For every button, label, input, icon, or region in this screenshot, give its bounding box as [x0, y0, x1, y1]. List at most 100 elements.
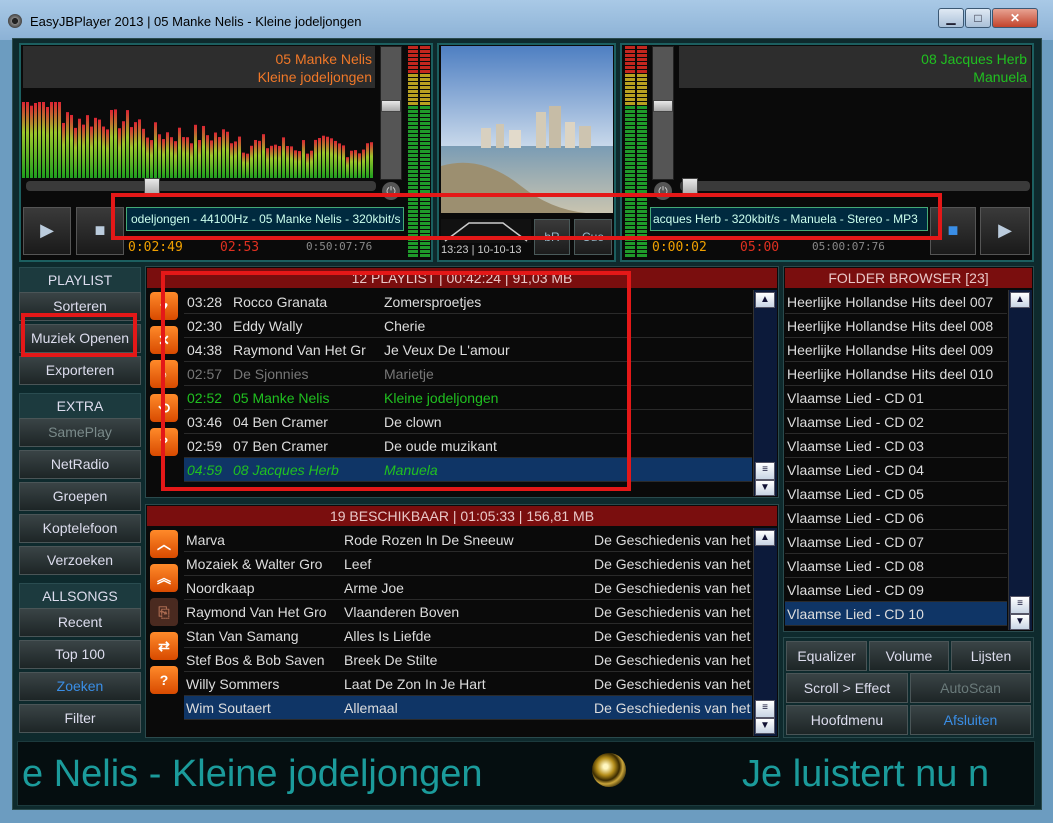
folder-item[interactable]: Vlaamse Lied - CD 02: [785, 410, 1007, 434]
available-title: Alles Is Liefde: [344, 628, 432, 644]
vu-segment: [420, 102, 430, 105]
left-pitch-slider[interactable]: [380, 46, 402, 180]
spectrum-bar: [194, 124, 197, 178]
vu-segment: [420, 66, 430, 69]
folder-item[interactable]: Vlaamse Lied - CD 05: [785, 482, 1007, 506]
vu-segment: [420, 50, 430, 53]
afsluiten-button[interactable]: Afsluiten: [910, 705, 1031, 735]
vu-segment: [637, 46, 647, 49]
vu-segment: [408, 186, 418, 189]
folder-item[interactable]: Vlaamse Lied - CD 08: [785, 554, 1007, 578]
available-title: Vlaanderen Boven: [344, 604, 460, 620]
folder-item[interactable]: Vlaamse Lied - CD 07: [785, 530, 1007, 554]
vu-segment: [408, 146, 418, 149]
playlist-scroll-up[interactable]: ▲: [755, 292, 775, 308]
folder-item[interactable]: Heerlijke Hollandse Hits deel 007: [785, 290, 1007, 314]
netradio-button[interactable]: NetRadio: [19, 450, 141, 479]
equalizer-button[interactable]: Equalizer: [786, 641, 867, 671]
spectrum-bar: [346, 157, 349, 178]
right-pitch-slider[interactable]: [652, 46, 674, 180]
move-up-icon[interactable]: ︿: [150, 530, 178, 558]
filter-button[interactable]: Filter: [19, 704, 141, 733]
left-pitch-knob[interactable]: [381, 100, 401, 112]
vu-segment: [420, 110, 430, 113]
available-row[interactable]: Marva Rode Rozen In De Sneeuw De Geschiede…: [184, 528, 752, 552]
volume-button[interactable]: Volume: [869, 641, 949, 671]
vu-segment: [637, 254, 647, 257]
swap-icon[interactable]: ⇄: [150, 632, 178, 660]
close-button[interactable]: ✕: [992, 8, 1038, 28]
folder-item[interactable]: Vlaamse Lied - CD 04: [785, 458, 1007, 482]
folder-item[interactable]: Vlaamse Lied - CD 10: [785, 602, 1007, 626]
available-row[interactable]: Wim Soutaert Allemaal De Geschiedenis van …: [184, 696, 752, 720]
folder-scroll-thumb[interactable]: ≡: [1010, 596, 1030, 614]
vu-segment: [408, 174, 418, 177]
vu-segment: [408, 70, 418, 73]
exporteren-button[interactable]: Exporteren: [19, 356, 141, 385]
folder-item[interactable]: Vlaamse Lied - CD 01: [785, 386, 1007, 410]
groepen-button[interactable]: Groepen: [19, 482, 141, 511]
available-album: De Geschiedenis van het: [594, 652, 751, 668]
folder-scroll-up[interactable]: ▲: [1010, 292, 1030, 308]
folder-scroll-down[interactable]: ▼: [1010, 614, 1030, 630]
spectrum-bar: [230, 143, 233, 178]
lijsten-button[interactable]: Lijsten: [951, 641, 1031, 671]
folder-item[interactable]: Heerlijke Hollandse Hits deel 009: [785, 338, 1007, 362]
available-row[interactable]: Raymond Van Het Gro Vlaanderen Boven De Ge…: [184, 600, 752, 624]
left-position-track[interactable]: [26, 181, 376, 191]
playlist-scroll-down[interactable]: ▼: [755, 480, 775, 496]
vu-segment: [637, 70, 647, 73]
folder-item[interactable]: Heerlijke Hollandse Hits deel 010: [785, 362, 1007, 386]
zoeken-button[interactable]: Zoeken: [19, 672, 141, 701]
speaker-icon: [592, 753, 626, 787]
available-scroll-up[interactable]: ▲: [755, 530, 775, 546]
vu-segment: [408, 158, 418, 161]
available-scroll-thumb[interactable]: ≡: [755, 700, 775, 718]
sameplay-button[interactable]: SamePlay: [19, 418, 141, 447]
copy-icon[interactable]: ⎘: [150, 598, 178, 626]
playlist-scroll-thumb[interactable]: ≡: [755, 462, 775, 480]
available-album: De Geschiedenis van het: [594, 604, 751, 620]
spectrum-bar: [138, 119, 141, 178]
verzoeken-button[interactable]: Verzoeken: [19, 546, 141, 575]
vu-segment: [625, 50, 635, 53]
move-top-icon[interactable]: ︽: [150, 564, 178, 592]
vu-segment: [625, 146, 635, 149]
left-play-button[interactable]: ▶: [23, 207, 71, 255]
scroll-effect-button[interactable]: Scroll > Effect: [786, 673, 908, 703]
right-pitch-knob[interactable]: [653, 100, 673, 112]
spectrum-bar: [334, 140, 337, 178]
hoofdmenu-button[interactable]: Hoofdmenu: [786, 705, 908, 735]
folder-item[interactable]: Vlaamse Lied - CD 06: [785, 506, 1007, 530]
available-help-icon[interactable]: ?: [150, 666, 178, 694]
maximize-button[interactable]: □: [965, 8, 991, 28]
available-row[interactable]: Stan Van Samang Alles Is Liefde De Geschie…: [184, 624, 752, 648]
vu-segment: [420, 126, 430, 129]
available-scroll-down[interactable]: ▼: [755, 718, 775, 734]
autoscan-button[interactable]: AutoScan: [910, 673, 1031, 703]
folder-item[interactable]: Heerlijke Hollandse Hits deel 008: [785, 314, 1007, 338]
vu-segment: [637, 246, 647, 249]
available-row[interactable]: Mozaiek & Walter Gro Leef De Geschiedenis …: [184, 552, 752, 576]
folder-item[interactable]: Vlaamse Lied - CD 09: [785, 578, 1007, 602]
vu-segment: [625, 70, 635, 73]
available-row[interactable]: Willy Sommers Laat De Zon In Je Hart De Ge…: [184, 672, 752, 696]
spectrum-bar: [54, 102, 57, 178]
vu-segment: [420, 118, 430, 121]
right-play-button[interactable]: ▶: [980, 207, 1030, 255]
vu-segment: [625, 110, 635, 113]
folder-item[interactable]: Vlaamse Lied - CD 03: [785, 434, 1007, 458]
vu-segment: [408, 134, 418, 137]
minimize-button[interactable]: ▁: [938, 8, 964, 28]
extra-menu-header: EXTRA: [19, 393, 141, 419]
right-deck-artist: 08 Jacques Herb: [921, 51, 1027, 67]
available-row[interactable]: Noordkaap Arme Joe De Geschiedenis van het: [184, 576, 752, 600]
koptelefoon-button[interactable]: Koptelefoon: [19, 514, 141, 543]
top100-button[interactable]: Top 100: [19, 640, 141, 669]
available-row[interactable]: Stef Bos & Bob Saven Breek De Stilte De Ge…: [184, 648, 752, 672]
recent-button[interactable]: Recent: [19, 608, 141, 637]
vu-segment: [420, 178, 430, 181]
folder-scrollbar[interactable]: [1008, 290, 1032, 630]
available-title: Leef: [344, 556, 372, 572]
right-position-track[interactable]: [680, 181, 1030, 191]
